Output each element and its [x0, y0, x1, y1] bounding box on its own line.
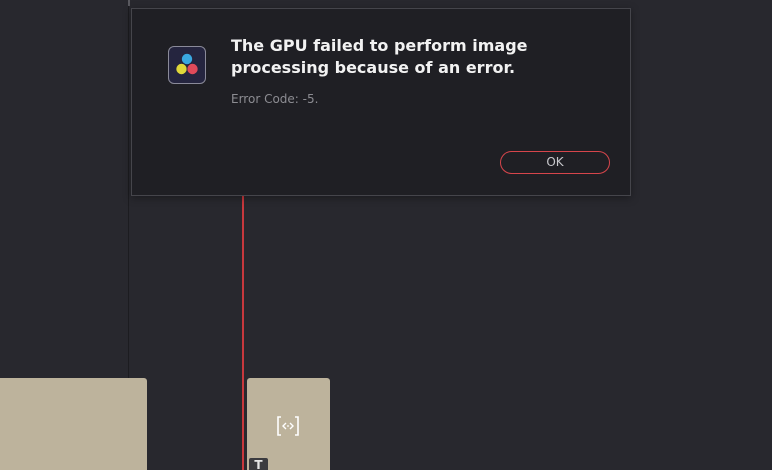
davinci-resolve-icon — [168, 46, 206, 84]
ruler-tick — [128, 0, 130, 6]
ok-button[interactable]: OK — [500, 151, 610, 174]
error-code-text: Error Code: -5. — [231, 92, 319, 106]
dialog-title: The GPU failed to perform image processi… — [231, 36, 528, 77]
title-clip-badge: T — [249, 458, 268, 470]
timeline-clip-left[interactable] — [0, 378, 147, 470]
editor-background: T The GPU failed to perform image proces… — [0, 0, 772, 470]
fx-brackets-icon — [277, 416, 299, 436]
timeline-playhead[interactable] — [242, 196, 244, 470]
error-dialog: The GPU failed to perform image processi… — [131, 8, 631, 196]
